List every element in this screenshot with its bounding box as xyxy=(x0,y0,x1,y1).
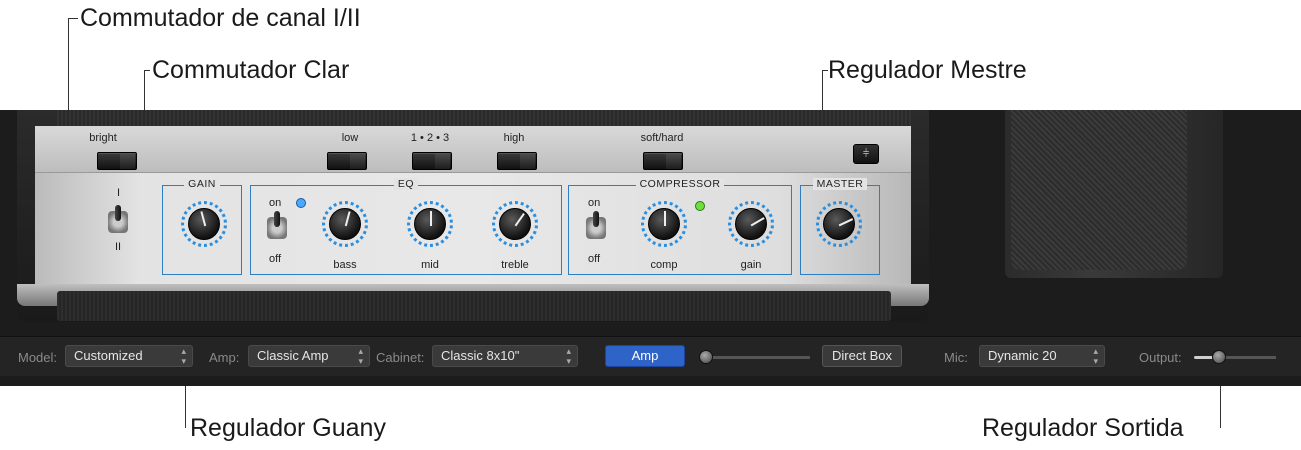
eq-off-label: off xyxy=(269,253,282,265)
leader-bright xyxy=(144,70,145,110)
updown-arrows-icon: ▴ ▾ xyxy=(566,346,571,366)
channel-switch[interactable] xyxy=(108,205,128,237)
master-knob[interactable] xyxy=(816,201,862,247)
top-control-strip: bright low 1 • 2 • 3 high soft/hard ⫩ xyxy=(35,126,911,172)
master-title: MASTER xyxy=(812,178,868,190)
callout-channel-switch: Commutador de canal I/II xyxy=(80,4,361,32)
softhard-label: soft/hard xyxy=(640,132,684,144)
compressor-title: COMPRESSOR xyxy=(635,178,725,190)
callout-output-slider: Regulador Sortida xyxy=(982,414,1184,442)
callout-master-knob: Regulador Mestre xyxy=(828,56,1027,84)
output-slider-thumb[interactable] xyxy=(1211,350,1226,364)
comp-off-label: off xyxy=(588,253,601,265)
channel-two-label: II xyxy=(115,241,122,253)
amp-directbox-blend-slider[interactable] xyxy=(700,356,810,359)
leader-channel xyxy=(68,18,69,110)
comp-switch[interactable] xyxy=(586,211,606,243)
model-label: Model: xyxy=(18,350,58,365)
control-bar: Model: Customized ▴ ▾ Amp: Classic Amp ▴ ▾… xyxy=(0,336,1301,376)
comp-gain-label: gain xyxy=(740,259,762,271)
treble-knob[interactable] xyxy=(492,201,538,247)
leader-master-h xyxy=(822,70,828,71)
amp-button[interactable]: Amp xyxy=(605,345,685,367)
leader-output xyxy=(1220,386,1221,428)
blend-track-remainder xyxy=(705,356,810,359)
mode-switch[interactable] xyxy=(412,152,452,170)
leader-gain xyxy=(185,386,186,428)
blend-slider-thumb[interactable] xyxy=(698,350,713,364)
mic-label: Mic: xyxy=(944,350,968,365)
softhard-switch[interactable] xyxy=(643,152,683,170)
mid-label: mid xyxy=(421,259,439,271)
comp-label: comp xyxy=(650,259,678,271)
updown-arrows-icon: ▴ ▾ xyxy=(358,346,363,366)
output-track-remainder xyxy=(1218,356,1276,359)
leader-bright-h xyxy=(144,70,150,71)
bright-switch[interactable] xyxy=(97,152,137,170)
cabinet-label: Cabinet: xyxy=(376,350,425,365)
eq-switch[interactable] xyxy=(267,211,287,243)
output-label: Output: xyxy=(1139,350,1182,365)
callout-bright-switch: Commutador Clar xyxy=(152,56,350,84)
cabinet-value: Classic 8x10" xyxy=(441,348,520,363)
comp-gain-knob[interactable] xyxy=(728,201,774,247)
gain-title: GAIN xyxy=(184,178,220,190)
eq-title: EQ xyxy=(393,178,419,190)
updown-arrows-icon: ▴ ▾ xyxy=(1093,346,1098,366)
low-switch[interactable] xyxy=(327,152,367,170)
comp-on-label: on xyxy=(588,197,601,209)
treble-label: treble xyxy=(501,259,529,271)
mic-popup[interactable]: Dynamic 20 ▴ ▾ xyxy=(979,345,1105,367)
high-switch[interactable] xyxy=(497,152,537,170)
callout-gain-knob: Regulador Guany xyxy=(190,414,386,442)
amp-head: bright low 1 • 2 • 3 high soft/hard ⫩ I … xyxy=(17,110,929,322)
mic-value: Dynamic 20 xyxy=(988,348,1057,363)
direct-box-button[interactable]: Direct Box xyxy=(822,345,902,367)
front-panel: I II GAIN EQ on off bass mid treble COMP… xyxy=(35,172,911,284)
updown-arrows-icon: ▴ ▾ xyxy=(181,346,186,366)
output-slider[interactable] xyxy=(1194,356,1276,359)
top-grille xyxy=(57,110,911,126)
speaker-cabinet xyxy=(1005,110,1223,278)
amp-popup[interactable]: Classic Amp ▴ ▾ xyxy=(248,345,370,367)
comp-led xyxy=(695,201,705,211)
bottom-grille xyxy=(57,291,891,321)
leader-master xyxy=(822,70,823,110)
high-label: high xyxy=(503,132,525,144)
comp-knob[interactable] xyxy=(641,201,687,247)
amp-value: Classic Amp xyxy=(257,348,329,363)
amp-designer-plugin: bright low 1 • 2 • 3 high soft/hard ⫩ I … xyxy=(0,110,1301,386)
model-value: Customized xyxy=(74,348,143,363)
low-label: low xyxy=(341,132,359,144)
bass-knob[interactable] xyxy=(322,201,368,247)
cabinet-grille xyxy=(1011,110,1187,270)
channel-one-label: I xyxy=(117,187,121,199)
model-popup[interactable]: Customized ▴ ▾ xyxy=(65,345,193,367)
bright-label: bright xyxy=(89,132,117,144)
amp-label: Amp: xyxy=(209,350,240,365)
bass-label: bass xyxy=(333,259,357,271)
mid-knob[interactable] xyxy=(407,201,453,247)
mode-label: 1 • 2 • 3 xyxy=(410,132,450,144)
leader-channel-h xyxy=(68,18,78,19)
sliders-icon[interactable]: ⫩ xyxy=(853,144,879,164)
cabinet-popup[interactable]: Classic 8x10" ▴ ▾ xyxy=(432,345,578,367)
gain-knob[interactable] xyxy=(181,201,227,247)
eq-on-label: on xyxy=(269,197,282,209)
eq-led xyxy=(296,198,306,208)
